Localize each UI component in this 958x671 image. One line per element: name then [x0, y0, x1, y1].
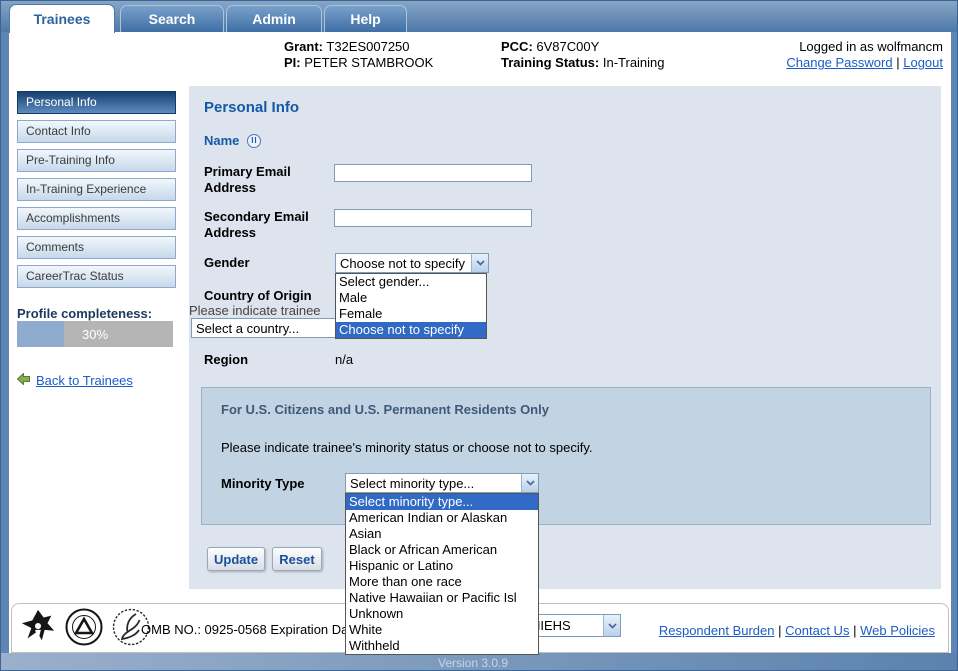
minority-selected-value: Select minority type...: [350, 475, 475, 491]
chevron-down-icon: [603, 615, 620, 636]
grant-info: Grant: T32ES007250 PI: PETER STAMBROOK: [284, 39, 433, 71]
pcc-info: PCC: 6V87C00Y Training Status: In-Traini…: [501, 39, 665, 71]
niehs-select[interactable]: NIEHS: [526, 614, 621, 637]
omb-text: OMB NO.: 0925-0568 Expiration Da: [141, 622, 349, 637]
grant-value: T32ES007250: [326, 39, 410, 54]
chevron-down-icon: [471, 254, 488, 272]
sidebar-item-careertrac-status[interactable]: CareerTrac Status: [17, 265, 176, 288]
footer-links: Respondent Burden | Contact Us | Web Pol…: [658, 623, 935, 638]
region-label: Region: [204, 352, 249, 367]
country-help-text: Please indicate trainee: [189, 303, 321, 318]
secondary-email-label: Secondary Email Address: [204, 209, 309, 240]
primary-email-input[interactable]: [334, 164, 532, 182]
pi-label: PI:: [284, 55, 301, 70]
minority-option[interactable]: White: [346, 622, 538, 638]
back-to-trainees-link[interactable]: Back to Trainees: [36, 373, 133, 388]
respondent-burden-link[interactable]: Respondent Burden: [659, 623, 775, 638]
name-row: Name II: [204, 133, 262, 148]
country-of-origin-label: Country of Origin: [204, 288, 312, 303]
minority-option[interactable]: Withheld: [346, 638, 538, 654]
tab-admin[interactable]: Admin: [226, 5, 322, 32]
primary-email-label: Primary Email Address: [204, 164, 291, 195]
application-window: Trainees Search Admin Help Grant: T32ES0…: [0, 0, 958, 671]
sidebar-item-contact-info[interactable]: Contact Info: [17, 120, 176, 143]
minority-instruction-text: Please indicate trainee's minority statu…: [221, 440, 593, 455]
country-selected-value: Select a country...: [196, 320, 300, 336]
minority-dropdown-list: Select minority type... American Indian …: [345, 493, 539, 655]
minority-option[interactable]: More than one race: [346, 574, 538, 590]
progress-value: 30%: [81, 326, 109, 342]
tab-help[interactable]: Help: [324, 5, 407, 32]
page-title: Personal Info: [204, 99, 300, 116]
minority-option[interactable]: Asian: [346, 526, 538, 542]
gender-option[interactable]: Female: [336, 306, 486, 322]
secondary-email-input[interactable]: [334, 209, 532, 227]
training-status-label: Training Status:: [501, 55, 600, 70]
reset-button[interactable]: Reset: [272, 547, 322, 571]
minority-option[interactable]: Black or African American: [346, 542, 538, 558]
back-row: Back to Trainees: [16, 372, 133, 388]
chevron-down-icon: [521, 474, 538, 492]
sidebar-item-pre-training-info[interactable]: Pre-Training Info: [17, 149, 176, 172]
gender-option-highlighted[interactable]: Choose not to specify: [336, 322, 486, 338]
contact-us-link[interactable]: Contact Us: [785, 623, 849, 638]
gender-option[interactable]: Select gender...: [336, 274, 486, 290]
grant-label: Grant:: [284, 39, 323, 54]
version-text: Version 3.0.9: [438, 656, 509, 670]
gender-selected-value: Choose not to specify: [340, 255, 466, 271]
gender-option[interactable]: Male: [336, 290, 486, 306]
login-info: Logged in as wolfmancm Change Password |…: [786, 39, 943, 70]
us-citizens-box-title: For U.S. Citizens and U.S. Permanent Res…: [221, 402, 549, 417]
web-policies-link[interactable]: Web Policies: [860, 623, 935, 638]
sidebar-item-accomplishments[interactable]: Accomplishments: [17, 207, 176, 230]
minority-option-highlighted[interactable]: Select minority type...: [346, 494, 538, 510]
minority-type-label: Minority Type: [221, 476, 305, 491]
minority-option[interactable]: Native Hawaiian or Pacific Isl: [346, 590, 538, 606]
training-status-value: In-Training: [602, 55, 665, 70]
minority-option[interactable]: Hispanic or Latino: [346, 558, 538, 574]
pcc-label: PCC:: [501, 39, 533, 54]
footer-logos: [19, 607, 151, 652]
minority-option[interactable]: Unknown: [346, 606, 538, 622]
sidebar-item-comments[interactable]: Comments: [17, 236, 176, 259]
pi-value: PETER STAMBROOK: [304, 55, 434, 70]
name-info-icon[interactable]: II: [247, 133, 262, 148]
name-label: Name: [204, 133, 240, 148]
logged-in-text: Logged in as wolfmancm: [799, 39, 943, 54]
region-value: n/a: [335, 352, 354, 367]
profile-completeness-label: Profile completeness:: [17, 306, 153, 321]
niehs-logo-icon: [19, 607, 57, 652]
gender-label: Gender: [204, 255, 250, 270]
tab-trainees[interactable]: Trainees: [9, 4, 115, 33]
sidebar-item-personal-info[interactable]: Personal Info: [17, 91, 176, 114]
pcc-value: 6V87C00Y: [536, 39, 600, 54]
gender-select[interactable]: Choose not to specify: [335, 253, 489, 273]
change-password-link[interactable]: Change Password: [786, 55, 892, 70]
update-button[interactable]: Update: [207, 547, 265, 571]
minority-option[interactable]: American Indian or Alaskan: [346, 510, 538, 526]
logout-link[interactable]: Logout: [903, 55, 943, 70]
back-arrow-icon: [16, 372, 30, 388]
sidebar-item-in-training-experience[interactable]: In-Training Experience: [17, 178, 176, 201]
profile-progress-bar: 30%: [17, 321, 173, 347]
minority-type-select[interactable]: Select minority type...: [345, 473, 539, 493]
nih-logo-icon: [64, 607, 104, 652]
tab-search[interactable]: Search: [120, 5, 224, 32]
gender-dropdown-list: Select gender... Male Female Choose not …: [335, 273, 487, 339]
